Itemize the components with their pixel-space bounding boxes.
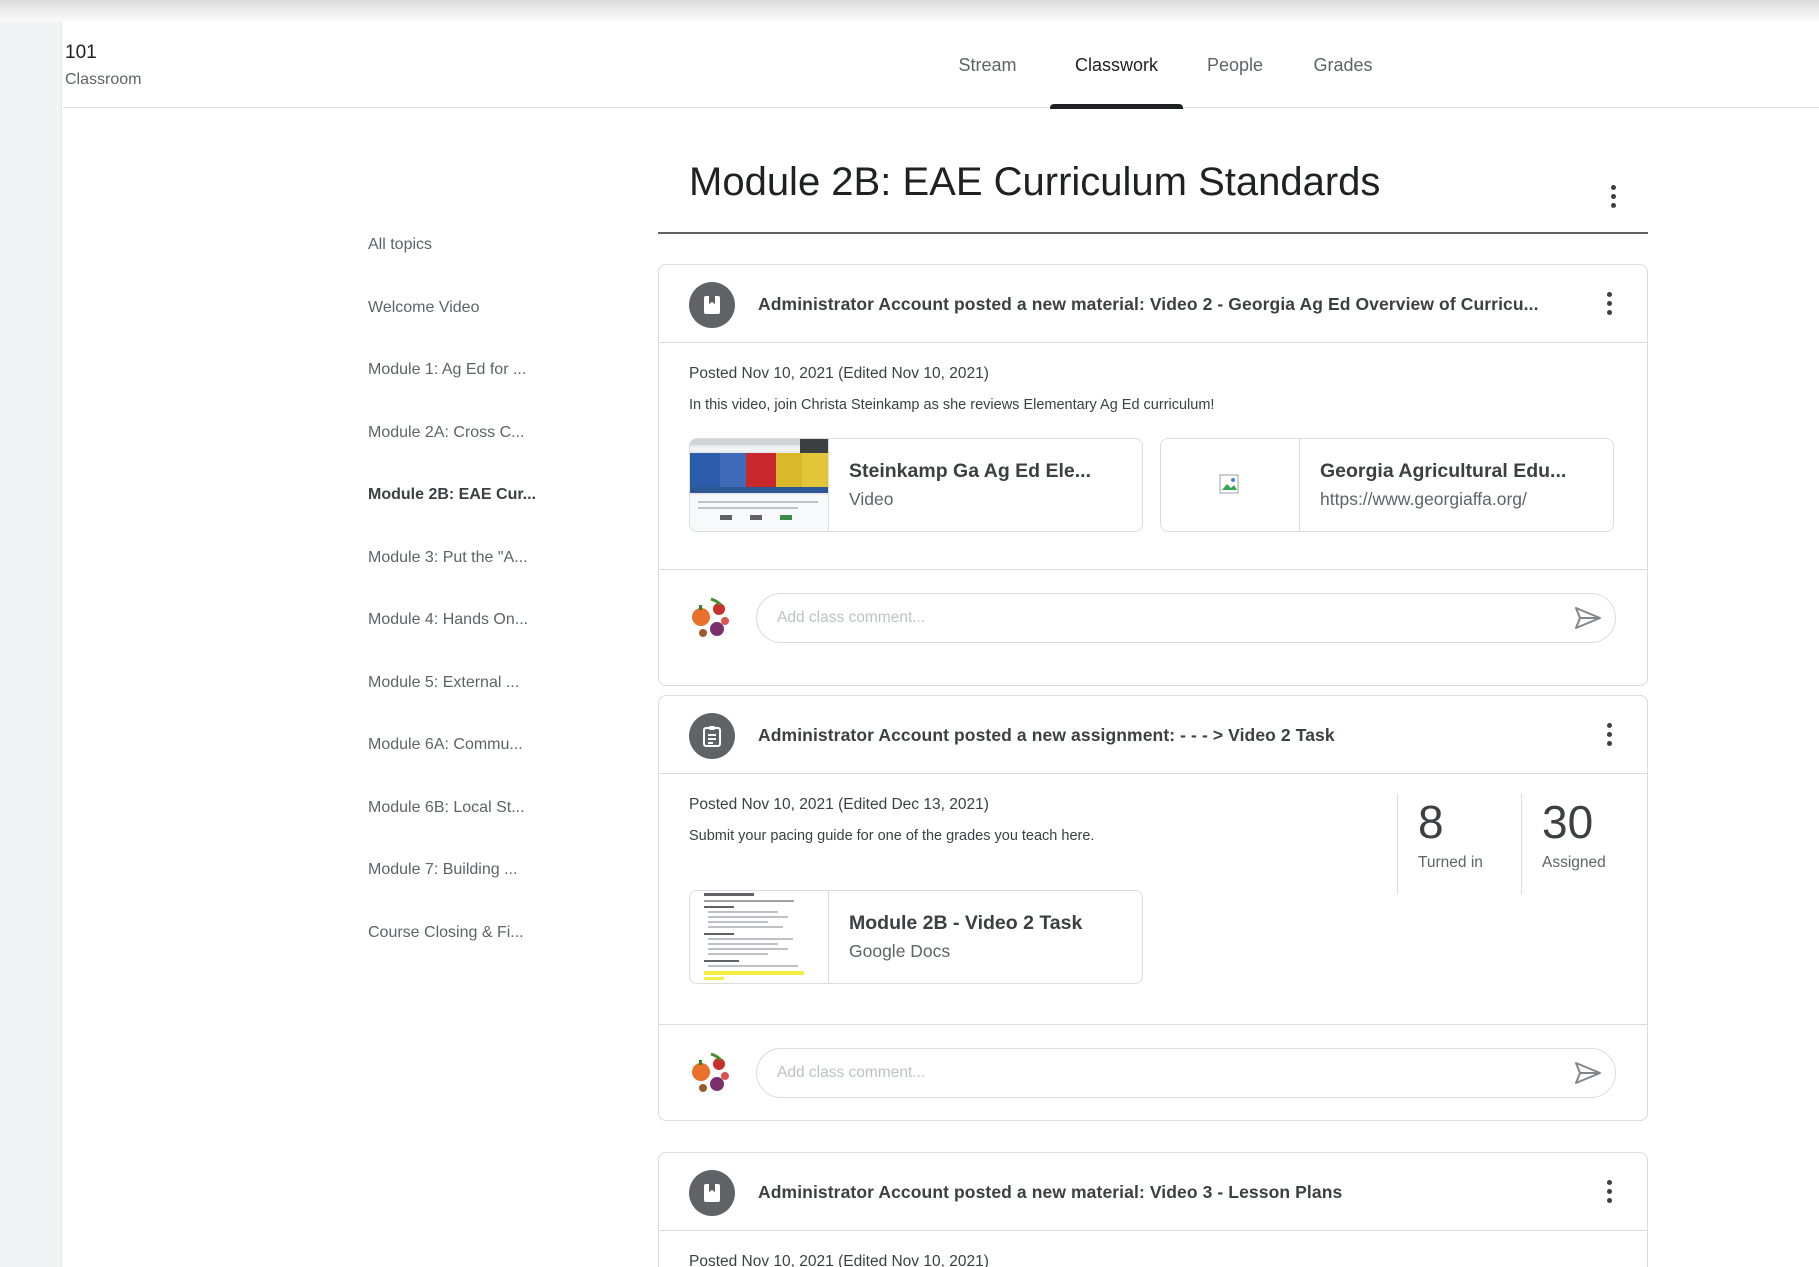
class-comment-input[interactable] [756, 593, 1616, 643]
post-card[interactable]: Administrator Account posted a new mater… [658, 264, 1648, 686]
section-more-icon[interactable] [1601, 182, 1625, 210]
window-top-shade [0, 0, 1819, 22]
send-icon[interactable] [1574, 606, 1602, 630]
topic-item[interactable]: Module 3: Put the "A... [368, 549, 536, 612]
comment-row [659, 1024, 1647, 1120]
turned-in-count: 8 [1418, 796, 1444, 848]
attachment-doc[interactable]: Module 2B - Video 2 Task Google Docs [689, 890, 1143, 984]
topic-item[interactable]: Course Closing & Fi... [368, 924, 536, 987]
topic-item[interactable]: Module 6A: Commu... [368, 736, 536, 799]
topic-item[interactable]: Module 7: Building ... [368, 861, 536, 924]
topic-list: All topics Welcome Video Module 1: Ag Ed… [368, 236, 536, 986]
turned-in-label: Turned in [1418, 854, 1483, 871]
topic-item-active[interactable]: Module 2B: EAE Cur... [368, 486, 536, 549]
broken-image-icon [1161, 439, 1300, 531]
top-header: 101 Classroom Stream Classwork People Gr… [63, 22, 1819, 109]
assigned-label: Assigned [1542, 854, 1606, 871]
attachment-title: Module 2B - Video 2 Task [849, 912, 1083, 934]
video-thumbnail [690, 439, 829, 531]
turned-in-stat[interactable]: 8 Turned in [1397, 794, 1521, 894]
tab-bar: Stream Classwork People Grades [925, 22, 1399, 109]
class-name[interactable]: 101 [65, 42, 97, 64]
topic-item[interactable]: Module 5: External ... [368, 674, 536, 737]
topic-item[interactable]: Module 2A: Cross C... [368, 424, 536, 487]
tab-stream[interactable]: Stream [925, 22, 1050, 108]
assignment-icon [689, 713, 735, 759]
assigned-count: 30 [1542, 796, 1594, 848]
topic-item[interactable]: All topics [368, 236, 536, 299]
class-comment-input[interactable] [756, 1048, 1616, 1098]
more-icon[interactable] [1597, 720, 1621, 748]
post-description: In this video, join Christa Steinkamp as… [689, 397, 1215, 413]
post-date: Posted Nov 10, 2021 (Edited Nov 10, 2021… [689, 1253, 989, 1267]
post-date: Posted Nov 10, 2021 (Edited Dec 13, 2021… [689, 796, 989, 813]
section-divider [658, 232, 1648, 234]
topic-item[interactable]: Module 4: Hands On... [368, 611, 536, 674]
attachment-link[interactable]: Georgia Agricultural Edu... https://www.… [1160, 438, 1614, 532]
attachment-type: Video [849, 489, 894, 509]
topic-item[interactable]: Welcome Video [368, 299, 536, 362]
post-date: Posted Nov 10, 2021 (Edited Nov 10, 2021… [689, 365, 989, 382]
post-card[interactable]: Administrator Account posted a new mater… [658, 1152, 1648, 1267]
tab-people[interactable]: People [1183, 22, 1287, 108]
avatar [689, 1050, 733, 1096]
material-icon [689, 282, 735, 328]
post-header[interactable]: Administrator Account posted a new mater… [659, 1153, 1647, 1231]
post-card[interactable]: Administrator Account posted a new assig… [658, 695, 1648, 1121]
more-icon[interactable] [1597, 1177, 1621, 1205]
post-title[interactable]: Administrator Account posted a new mater… [758, 1182, 1342, 1203]
classroom-app: 101 Classroom Stream Classwork People Gr… [63, 22, 1819, 1267]
post-header[interactable]: Administrator Account posted a new mater… [659, 265, 1647, 343]
attachment-url: https://www.georgiaffa.org/ [1320, 489, 1527, 509]
topic-item[interactable]: Module 1: Ag Ed for ... [368, 361, 536, 424]
material-icon [689, 1170, 735, 1216]
topic-item[interactable]: Module 6B: Local St... [368, 799, 536, 862]
doc-thumbnail [690, 891, 829, 983]
attachment-title: Steinkamp Ga Ag Ed Ele... [849, 460, 1092, 482]
attachment-video[interactable]: Steinkamp Ga Ag Ed Ele... Video [689, 438, 1143, 532]
left-gutter [0, 22, 62, 1267]
more-icon[interactable] [1597, 289, 1621, 317]
post-description: Submit your pacing guide for one of the … [689, 828, 1095, 844]
tab-classwork[interactable]: Classwork [1050, 22, 1183, 109]
post-title[interactable]: Administrator Account posted a new assig… [758, 725, 1335, 746]
send-icon[interactable] [1574, 1061, 1602, 1085]
post-header[interactable]: Administrator Account posted a new assig… [659, 696, 1647, 774]
section-title: Module 2B: EAE Curriculum Standards [689, 160, 1381, 204]
avatar [689, 595, 733, 641]
attachment-type: Google Docs [849, 941, 951, 961]
comment-row [659, 569, 1647, 665]
attachment-title: Georgia Agricultural Edu... [1320, 460, 1567, 482]
assignment-stats: 8 Turned in 30 Assigned [1397, 794, 1645, 894]
tab-grades[interactable]: Grades [1287, 22, 1399, 108]
post-title[interactable]: Administrator Account posted a new mater… [758, 294, 1539, 315]
class-subtitle: Classroom [65, 71, 142, 88]
assigned-stat[interactable]: 30 Assigned [1521, 794, 1645, 894]
